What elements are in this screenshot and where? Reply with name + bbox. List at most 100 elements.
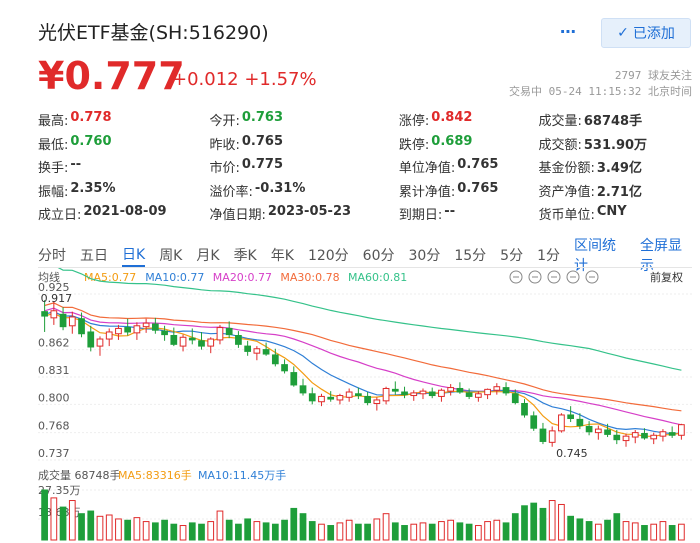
candle-body: [207, 338, 215, 347]
volume-bar: [170, 523, 178, 541]
candle-body: [198, 340, 205, 347]
candle-body: [668, 432, 676, 436]
volume-bar: [355, 523, 362, 541]
volume-bar: [161, 519, 168, 541]
candle-body: [410, 392, 418, 397]
quote-label: 今开:: [209, 114, 240, 130]
tab-1[interactable]: 五日: [80, 245, 108, 265]
quote-cell: 最高: 0.778: [38, 110, 209, 129]
quote-label: 最高:: [38, 114, 69, 130]
volume-bar: [447, 519, 455, 541]
tab-4[interactable]: 月K: [196, 245, 219, 265]
quote-cell: 昨收: 0.765: [209, 134, 398, 153]
candle-body: [530, 415, 538, 429]
tab-12[interactable]: 1分: [537, 245, 560, 265]
quote-cell: 货币单位: CNY: [538, 204, 698, 223]
quote-cell: 净值日期: 2023-05-23: [209, 204, 398, 223]
volume-bar: [142, 521, 150, 541]
volume-bar: [235, 523, 242, 541]
candle-body: [650, 434, 658, 440]
volume-bar: [225, 519, 233, 541]
trading-status: 交易中 05-24 11:15:32 北京时间: [509, 85, 692, 98]
check-icon: ✓: [617, 25, 629, 41]
volume-bar: [41, 489, 48, 541]
tab-2[interactable]: 日K: [122, 244, 146, 267]
volume-bar: [244, 518, 252, 541]
volume-bar: [318, 523, 325, 541]
volume-bar: [668, 525, 676, 541]
candle-body: [161, 330, 168, 336]
candle-body: [170, 335, 178, 345]
volume-bar: [253, 521, 261, 541]
volume-bar: [151, 522, 159, 541]
quote-label: 基金份额:: [538, 161, 595, 177]
quote-value: --: [444, 204, 456, 220]
volume-bar: [96, 515, 104, 541]
follow-button[interactable]: ✓ 已添加: [601, 18, 691, 48]
volume-bar: [133, 517, 141, 541]
volume-bar: [87, 510, 95, 541]
period-tabs: 分时 五日 日K 周K 月K 季K 年K 120分 60分 30分 15分 5分 1分 区间统计 全屏显示: [38, 238, 692, 274]
tab-9[interactable]: 30分: [409, 245, 441, 265]
candle-body: [290, 372, 298, 386]
volume-bar: [428, 523, 436, 541]
quote-label: 货币单位:: [538, 208, 595, 224]
tab-5[interactable]: 季K: [234, 245, 257, 265]
candle-body: [179, 336, 187, 347]
quote-cell: 资产净值: 2.71亿: [538, 181, 698, 200]
quote-value: -0.31%: [254, 180, 306, 196]
tab-0[interactable]: 分时: [38, 245, 66, 265]
volume-bar: [68, 500, 76, 541]
kline-chart[interactable]: 均线 MA5:0.77 MA10:0.77 MA20:0.77 MA30:0.78 MA6…: [38, 264, 692, 543]
quote-cell: 涨停: 0.842: [399, 110, 539, 129]
candle-body: [539, 428, 547, 442]
volume-bar: [327, 525, 335, 541]
candle-body: [59, 313, 67, 328]
volume-bar: [622, 521, 630, 541]
candle-body: [659, 431, 667, 437]
quote-cell: 成交额: 531.90万: [538, 134, 698, 153]
quote-cell: 振幅: 2.35%: [38, 181, 209, 200]
low-annotation: 0.745: [556, 447, 588, 460]
quote-label: 单位净值:: [398, 161, 456, 177]
candle-body: [105, 331, 113, 340]
quote-label: 涨停:: [398, 114, 430, 130]
vol-legend-2: MA10:11.45万手: [198, 468, 286, 482]
candle-body: [124, 327, 132, 333]
candle-body: [456, 387, 464, 393]
candle-body: [96, 338, 104, 347]
quote-value: 68748手: [583, 114, 643, 130]
tab-8[interactable]: 60分: [363, 245, 395, 265]
more-icon[interactable]: ⋯: [560, 22, 577, 41]
ma-legend-3: MA30:0.78: [280, 271, 339, 284]
quote-label: 到期日:: [398, 208, 443, 224]
candle-body: [438, 389, 445, 397]
volume-bar: [115, 518, 122, 541]
volume-bar: [530, 502, 538, 541]
candle-body: [474, 393, 482, 398]
candle-body: [216, 327, 224, 341]
quote-cell: 溢价率: -0.31%: [209, 181, 398, 200]
candle-body: [622, 435, 630, 442]
candle-body: [355, 393, 362, 397]
volume-bar: [345, 519, 353, 541]
volume-bar: [613, 513, 621, 541]
candle-body: [115, 327, 122, 335]
volume-bar: [456, 522, 464, 541]
tab-11[interactable]: 5分: [500, 245, 523, 265]
tab-7[interactable]: 120分: [308, 245, 349, 265]
volume-bar: [198, 523, 205, 541]
quote-row: 最低: 0.760 昨收: 0.765 跌停: 0.689 成交额: 531.90万: [38, 132, 698, 156]
quote-label: 振幅:: [38, 184, 69, 200]
high-annotation: 0.917: [41, 292, 73, 305]
quote-cell: 跌停: 0.689: [399, 134, 539, 153]
tab-6[interactable]: 年K: [271, 245, 294, 265]
y-tick-label: 0.800: [38, 391, 70, 404]
quote-value: 0.765: [457, 157, 499, 173]
volume-bar: [188, 522, 196, 541]
quote-cell: 最低: 0.760: [38, 134, 209, 153]
candle-body: [594, 428, 602, 434]
tab-3[interactable]: 周K: [159, 245, 182, 265]
candle-body: [391, 388, 399, 392]
tab-10[interactable]: 15分: [454, 245, 486, 265]
